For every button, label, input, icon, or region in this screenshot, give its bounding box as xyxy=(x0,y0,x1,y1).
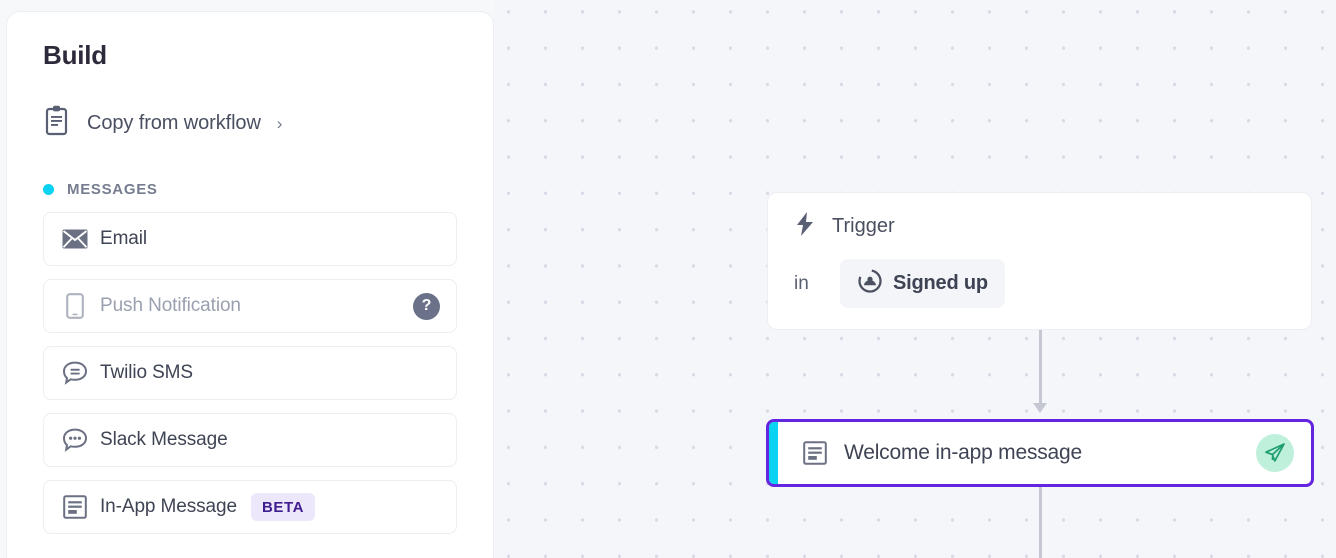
lightning-bolt-icon xyxy=(794,211,816,242)
build-sidebar-panel: Build Copy from workflow › MESSAGES Emai… xyxy=(6,11,494,558)
messages-section-label: MESSAGES xyxy=(67,181,158,198)
message-type-twilio-sms[interactable]: Twilio SMS xyxy=(43,346,457,400)
trigger-event-label: Signed up xyxy=(893,272,988,294)
trigger-header: Trigger xyxy=(794,211,1285,242)
section-status-dot-icon xyxy=(43,184,54,195)
message-type-label: Email xyxy=(100,228,148,249)
segment-circle-icon xyxy=(857,268,883,299)
clipboard-icon xyxy=(43,104,73,143)
help-question-icon[interactable]: ? xyxy=(413,292,440,320)
mobile-phone-icon xyxy=(60,293,90,319)
workflow-node-welcome-in-app-message[interactable]: Welcome in-app message xyxy=(766,419,1314,487)
in-app-document-icon xyxy=(802,440,828,466)
page-title: Build xyxy=(43,40,107,70)
message-type-label: Twilio SMS xyxy=(100,362,193,383)
copy-from-workflow-button[interactable]: Copy from workflow › xyxy=(43,104,282,143)
message-type-label: Slack Message xyxy=(100,429,228,450)
copy-from-workflow-label: Copy from workflow xyxy=(87,112,261,134)
beta-badge: BETA xyxy=(250,493,316,521)
paper-plane-icon[interactable] xyxy=(1256,434,1294,472)
trigger-event-chip[interactable]: Signed up xyxy=(840,259,1005,308)
message-type-slack-message[interactable]: Slack Message xyxy=(43,413,457,467)
envelope-icon xyxy=(60,229,90,249)
in-app-document-icon xyxy=(60,494,90,520)
message-type-list: Email Push Notification ? Twilio SMS Sla… xyxy=(43,212,457,534)
trigger-condition-word: in xyxy=(794,272,809,294)
chevron-right-icon: › xyxy=(276,113,283,133)
trigger-condition-row: in Signed up xyxy=(794,259,1285,308)
node-title: Welcome in-app message xyxy=(844,441,1082,464)
trigger-node[interactable]: Trigger in Signed up xyxy=(767,192,1312,330)
chat-bubble-lines-icon xyxy=(60,360,90,386)
message-type-push-notification[interactable]: Push Notification ? xyxy=(43,279,457,333)
message-type-in-app-message[interactable]: In-App Message BETA xyxy=(43,480,457,534)
messages-section-header: MESSAGES xyxy=(43,181,457,198)
message-type-label: In-App Message xyxy=(100,496,237,517)
connector-line-below-message xyxy=(1039,487,1042,558)
connector-arrowhead-icon xyxy=(1033,403,1047,413)
trigger-label: Trigger xyxy=(832,215,895,237)
node-accent-bar xyxy=(769,422,778,484)
chat-bubble-dots-icon xyxy=(60,427,90,453)
message-type-email[interactable]: Email xyxy=(43,212,457,266)
connector-line-trigger-to-message xyxy=(1039,330,1042,406)
message-type-label: Push Notification xyxy=(100,295,241,316)
